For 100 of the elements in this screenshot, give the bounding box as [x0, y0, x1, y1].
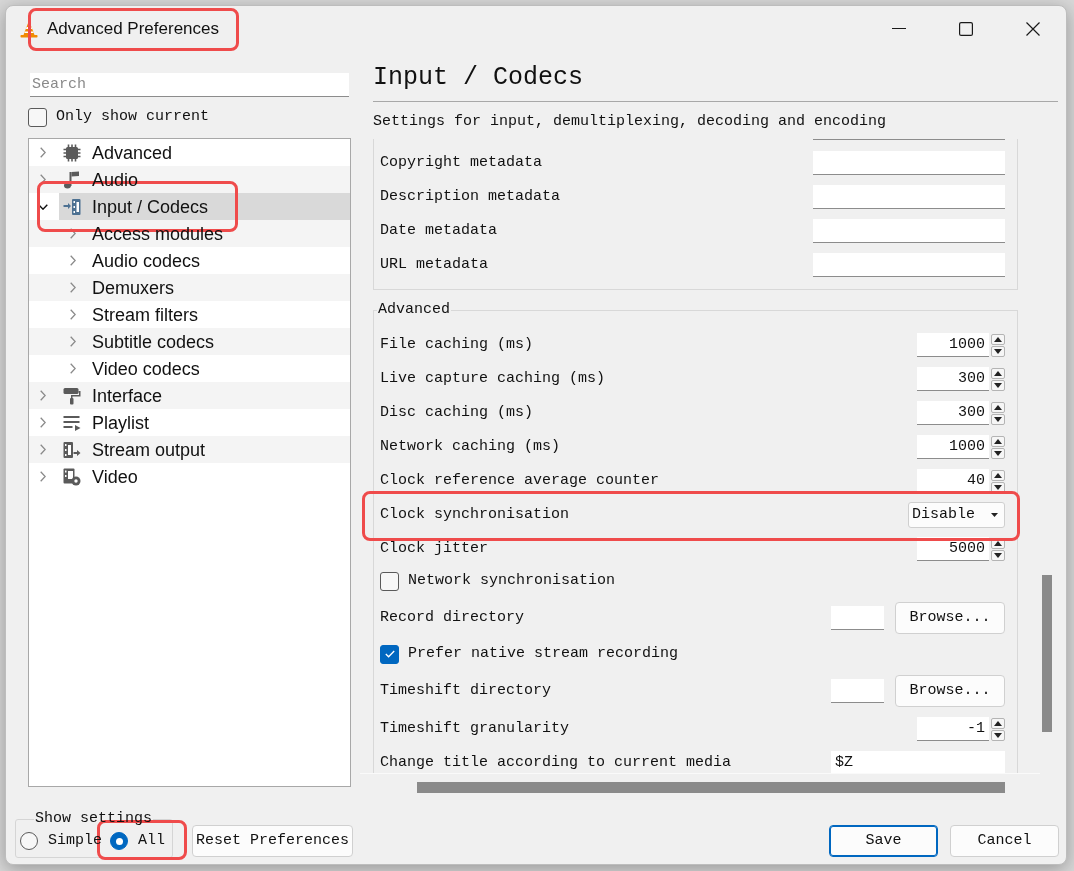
chevron-right-icon[interactable] — [70, 309, 76, 320]
setting-label: Live capture caching (ms) — [380, 370, 606, 388]
chevron-right-icon[interactable] — [40, 471, 46, 482]
radio-button[interactable] — [20, 832, 38, 850]
down-triangle-icon — [994, 484, 1002, 490]
tree-item[interactable]: Advanced — [59, 139, 350, 166]
spin-down-button[interactable] — [991, 729, 1005, 741]
text-field[interactable] — [813, 151, 1005, 175]
spin-up-button[interactable] — [991, 401, 1005, 413]
tree-item[interactable]: Audio codecs — [89, 247, 350, 274]
search-field[interactable]: Search — [30, 73, 349, 97]
setting-label: Date metadata — [380, 222, 498, 240]
up-triangle-icon — [994, 404, 1002, 410]
browse-button[interactable]: Browse... — [895, 601, 1005, 634]
checkbox-label: Prefer native stream recording — [408, 645, 679, 663]
film-with-gear-icon — [63, 467, 81, 486]
spin-up-button[interactable] — [991, 333, 1005, 345]
chevron-right-icon[interactable] — [40, 444, 46, 455]
text-field[interactable] — [813, 185, 1005, 209]
up-triangle-icon — [994, 438, 1002, 444]
checkbox-label: Network synchronisation — [408, 572, 616, 590]
reset-preferences-button[interactable]: Reset Preferences — [192, 825, 353, 857]
down-triangle-icon — [994, 382, 1002, 388]
number-field[interactable]: 1000 — [917, 435, 989, 459]
tree-item[interactable]: Playlist — [59, 409, 350, 436]
number-field[interactable]: 300 — [917, 401, 989, 425]
panel-title: Input / Codecs — [373, 63, 585, 93]
checkbox[interactable] — [380, 644, 399, 664]
spin-up-button[interactable] — [991, 435, 1005, 447]
setting-label: URL metadata — [380, 256, 489, 274]
number-field[interactable]: 1000 — [917, 333, 989, 357]
maximize-icon — [958, 21, 973, 36]
number-field[interactable]: 300 — [917, 367, 989, 391]
checkbox[interactable] — [28, 107, 47, 127]
spin-down-button[interactable] — [991, 413, 1005, 425]
up-triangle-icon — [994, 370, 1002, 376]
list-with-play-icon — [63, 413, 81, 432]
chevron-right-icon[interactable] — [70, 336, 76, 347]
setting-label: Disc caching (ms) — [380, 404, 534, 422]
chevron-down-icon[interactable] — [38, 203, 48, 210]
down-triangle-icon — [994, 552, 1002, 558]
chevron-right-icon[interactable] — [70, 363, 76, 374]
dialog-button[interactable]: Cancel — [950, 825, 1059, 857]
setting-label: File caching (ms) — [380, 336, 534, 354]
down-triangle-icon — [994, 732, 1002, 738]
tree-item[interactable]: Input / Codecs — [59, 193, 350, 220]
tree-item[interactable]: Video codecs — [89, 355, 350, 382]
setting-label: Clock jitter — [380, 540, 489, 558]
down-triangle-icon — [994, 416, 1002, 422]
checkmark-icon — [384, 650, 395, 658]
spin-down-button[interactable] — [991, 549, 1005, 561]
paint-roller-icon — [63, 386, 81, 405]
text-field[interactable] — [813, 219, 1005, 243]
setting-label: Copyright metadata — [380, 154, 543, 172]
down-triangle-icon — [994, 348, 1002, 354]
checkbox[interactable] — [380, 571, 399, 591]
up-triangle-icon — [994, 720, 1002, 726]
caret-icon — [991, 513, 998, 517]
spin-up-button[interactable] — [991, 717, 1005, 729]
path-field[interactable] — [831, 605, 884, 630]
chip-icon — [63, 143, 81, 162]
text-field[interactable]: $Z — [831, 751, 1005, 773]
chevron-right-icon[interactable] — [40, 417, 46, 428]
browse-button[interactable]: Browse... — [895, 674, 1005, 707]
tree-item[interactable]: Video — [59, 463, 350, 490]
radio-label: All — [138, 832, 166, 850]
text-field[interactable] — [813, 253, 1005, 277]
spin-down-button[interactable] — [991, 379, 1005, 391]
spin-up-button[interactable] — [991, 367, 1005, 379]
setting-label: Change title according to current media — [380, 754, 732, 772]
down-triangle-icon — [994, 450, 1002, 456]
spin-down-button[interactable] — [991, 447, 1005, 459]
setting-label: Timeshift granularity — [380, 720, 570, 738]
setting-label: Timeshift directory — [380, 681, 552, 700]
number-field[interactable]: -1 — [917, 717, 989, 741]
spin-down-button[interactable] — [991, 345, 1005, 357]
radio-button[interactable] — [110, 832, 128, 850]
dropdown[interactable]: Disable — [908, 502, 1005, 528]
setting-label: Clock reference average counter — [380, 472, 660, 490]
dialog-button[interactable]: Save — [829, 825, 938, 857]
chevron-right-icon[interactable] — [40, 390, 46, 401]
spin-up-button[interactable] — [991, 469, 1005, 481]
number-field[interactable]: 40 — [917, 469, 989, 493]
chevron-right-icon[interactable] — [70, 282, 76, 293]
path-field[interactable] — [831, 678, 884, 703]
spin-down-button[interactable] — [991, 481, 1005, 493]
up-triangle-icon — [994, 472, 1002, 478]
setting-label: Record directory — [380, 608, 525, 627]
number-field[interactable]: 5000 — [917, 537, 989, 561]
chevron-right-icon[interactable] — [70, 255, 76, 266]
setting-label: Description metadata — [380, 188, 561, 206]
scrollbar-thumb[interactable] — [1042, 575, 1052, 732]
up-triangle-icon — [994, 540, 1002, 546]
arrow-into-film-icon — [63, 197, 81, 216]
chevron-right-icon[interactable] — [40, 147, 46, 158]
setting-label: Clock synchronisation — [380, 506, 570, 524]
tree-item[interactable]: Stream filters — [89, 301, 350, 328]
scrollbar-thumb[interactable] — [417, 782, 1005, 793]
setting-label: Network caching (ms) — [380, 438, 561, 456]
group-title: Advanced — [377, 302, 451, 318]
